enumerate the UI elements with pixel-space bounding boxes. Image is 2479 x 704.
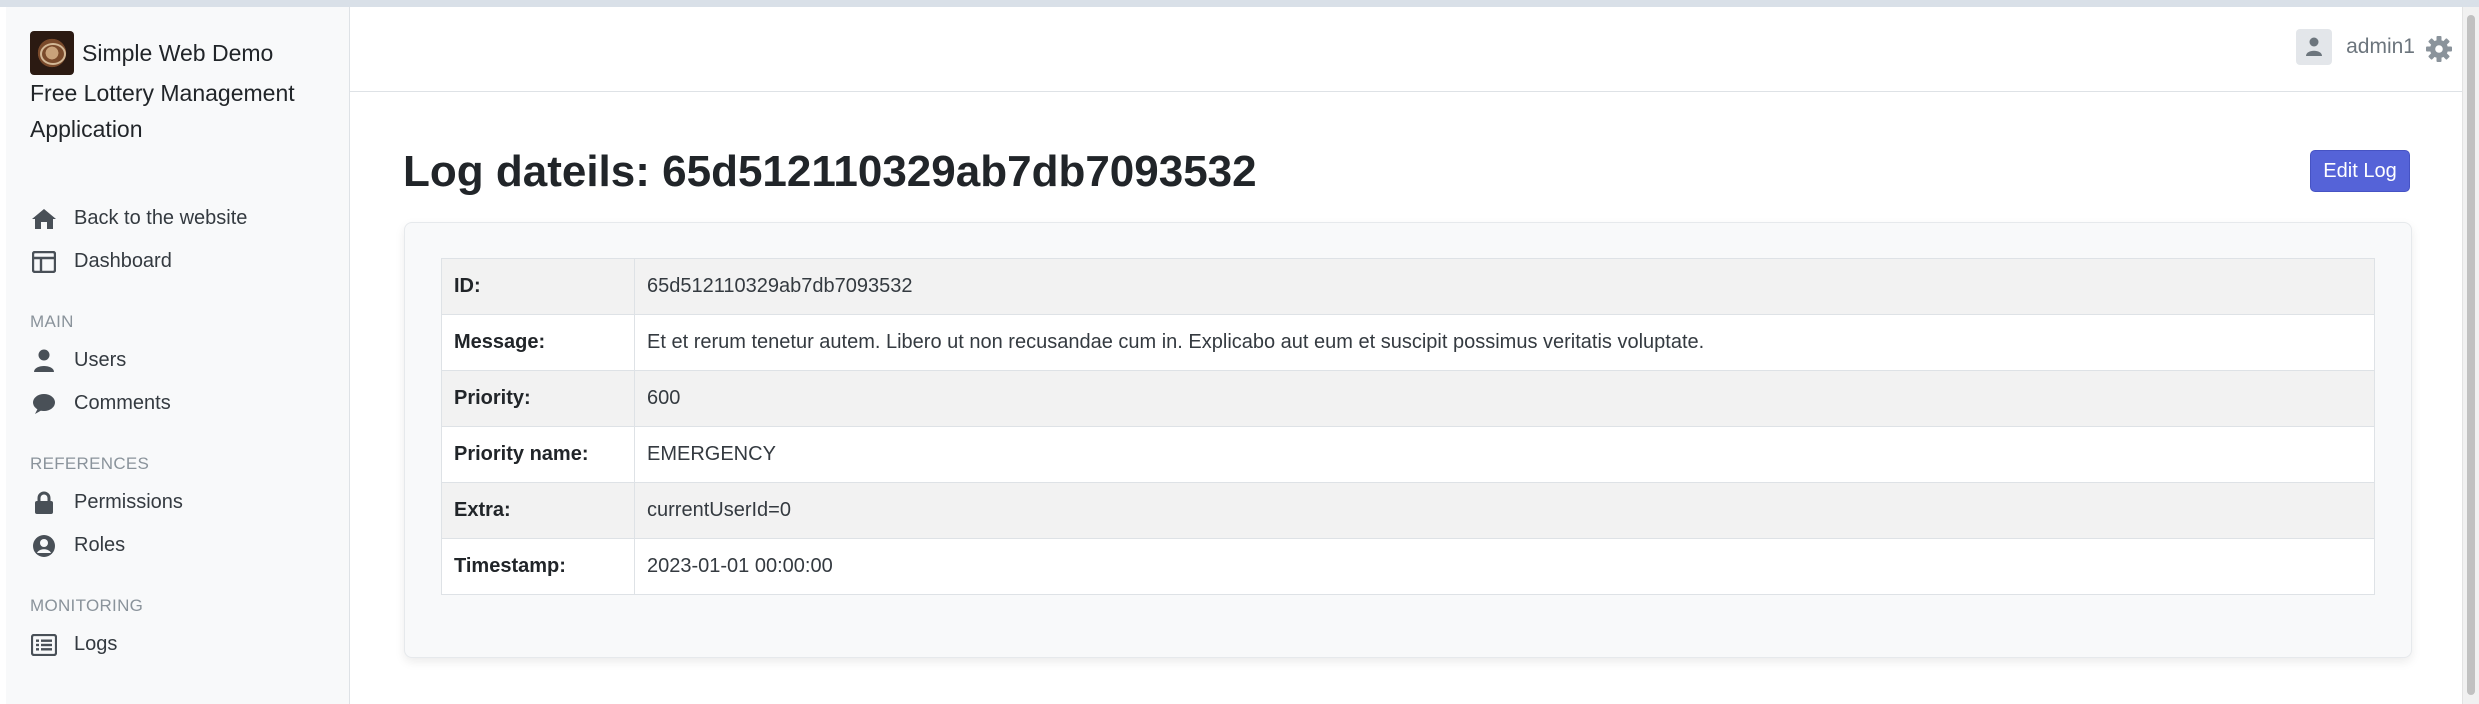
log-details-table: ID: 65d512110329ab7db7093532 Message: Et… [441, 258, 2375, 595]
sidebar-item-permissions[interactable]: Permissions [30, 481, 330, 524]
table-row: ID: 65d512110329ab7db7093532 [441, 258, 2375, 315]
page-scrollbar[interactable] [2462, 7, 2479, 704]
scrollbar-thumb[interactable] [2467, 15, 2475, 695]
brand: Simple Web Demo Free Lottery Management … [30, 31, 330, 147]
row-label: Extra: [441, 482, 635, 539]
brand-subtitle: Free Lottery Management Application [30, 80, 295, 142]
row-label: Priority: [441, 370, 635, 427]
top-header: admin1 [350, 7, 2463, 92]
brand-logo[interactable] [30, 31, 74, 75]
sidebar-item-label: Roles [74, 534, 126, 556]
brand-title[interactable]: Simple Web Demo [82, 31, 273, 75]
log-details-card: ID: 65d512110329ab7db7093532 Message: Et… [404, 222, 2412, 658]
row-value: 65d512110329ab7db7093532 [634, 258, 2375, 315]
user-menu[interactable]: admin1 [2296, 29, 2415, 65]
row-label: Timestamp: [441, 538, 635, 595]
home-icon [30, 205, 58, 233]
username: admin1 [2346, 35, 2415, 58]
row-label: Priority name: [441, 426, 635, 483]
sidebar-item-label: Comments [74, 392, 171, 414]
row-label: ID: [441, 258, 635, 315]
sidebar-item-label: Permissions [74, 491, 183, 513]
table-row: Timestamp: 2023-01-01 00:00:00 [441, 538, 2375, 595]
section-monitoring: MONITORING [30, 596, 144, 615]
section-references: REFERENCES [30, 454, 150, 473]
sidebar-item-dashboard[interactable]: Dashboard [30, 240, 330, 283]
table-row: Message: Et et rerum tenetur autem. Libe… [441, 314, 2375, 371]
row-value: 2023-01-01 00:00:00 [634, 538, 2375, 595]
sidebar-item-logs[interactable]: Logs [30, 623, 330, 666]
row-value: 600 [634, 370, 2375, 427]
user-circle-icon [30, 532, 58, 560]
user-icon [30, 347, 58, 375]
sidebar-item-label: Back to the website [74, 207, 248, 229]
sidebar-item-roles[interactable]: Roles [30, 524, 330, 567]
section-main: MAIN [30, 312, 74, 331]
page-title: Log dateils: 65d512110329ab7db7093532 [403, 147, 1257, 196]
sidebar-item-back-to-website[interactable]: Back to the website [30, 197, 330, 240]
sidebar-item-label: Logs [74, 633, 118, 655]
row-label: Message: [441, 314, 635, 371]
comment-icon [30, 390, 58, 418]
lock-icon [30, 489, 58, 517]
table-row: Priority name: EMERGENCY [441, 426, 2375, 483]
edit-log-button[interactable]: Edit Log [2310, 150, 2410, 192]
dashboard-icon [30, 248, 58, 276]
sidebar-item-label: Dashboard [74, 250, 172, 272]
sidebar-item-comments[interactable]: Comments [30, 382, 330, 425]
browser-top-strip [0, 0, 2479, 7]
list-icon [30, 631, 58, 659]
avatar [2296, 29, 2333, 65]
row-value: currentUserId=0 [634, 482, 2375, 539]
gear-icon[interactable] [2425, 35, 2453, 63]
sidebar: Simple Web Demo Free Lottery Management … [6, 7, 350, 704]
row-value: EMERGENCY [634, 426, 2375, 483]
sidebar-nav: Back to the website Dashboard MAIN Users… [30, 197, 330, 666]
sidebar-item-users[interactable]: Users [30, 339, 330, 382]
sidebar-item-label: Users [74, 349, 127, 371]
table-row: Priority: 600 [441, 370, 2375, 427]
table-row: Extra: currentUserId=0 [441, 482, 2375, 539]
row-value: Et et rerum tenetur autem. Libero ut non… [634, 314, 2375, 371]
